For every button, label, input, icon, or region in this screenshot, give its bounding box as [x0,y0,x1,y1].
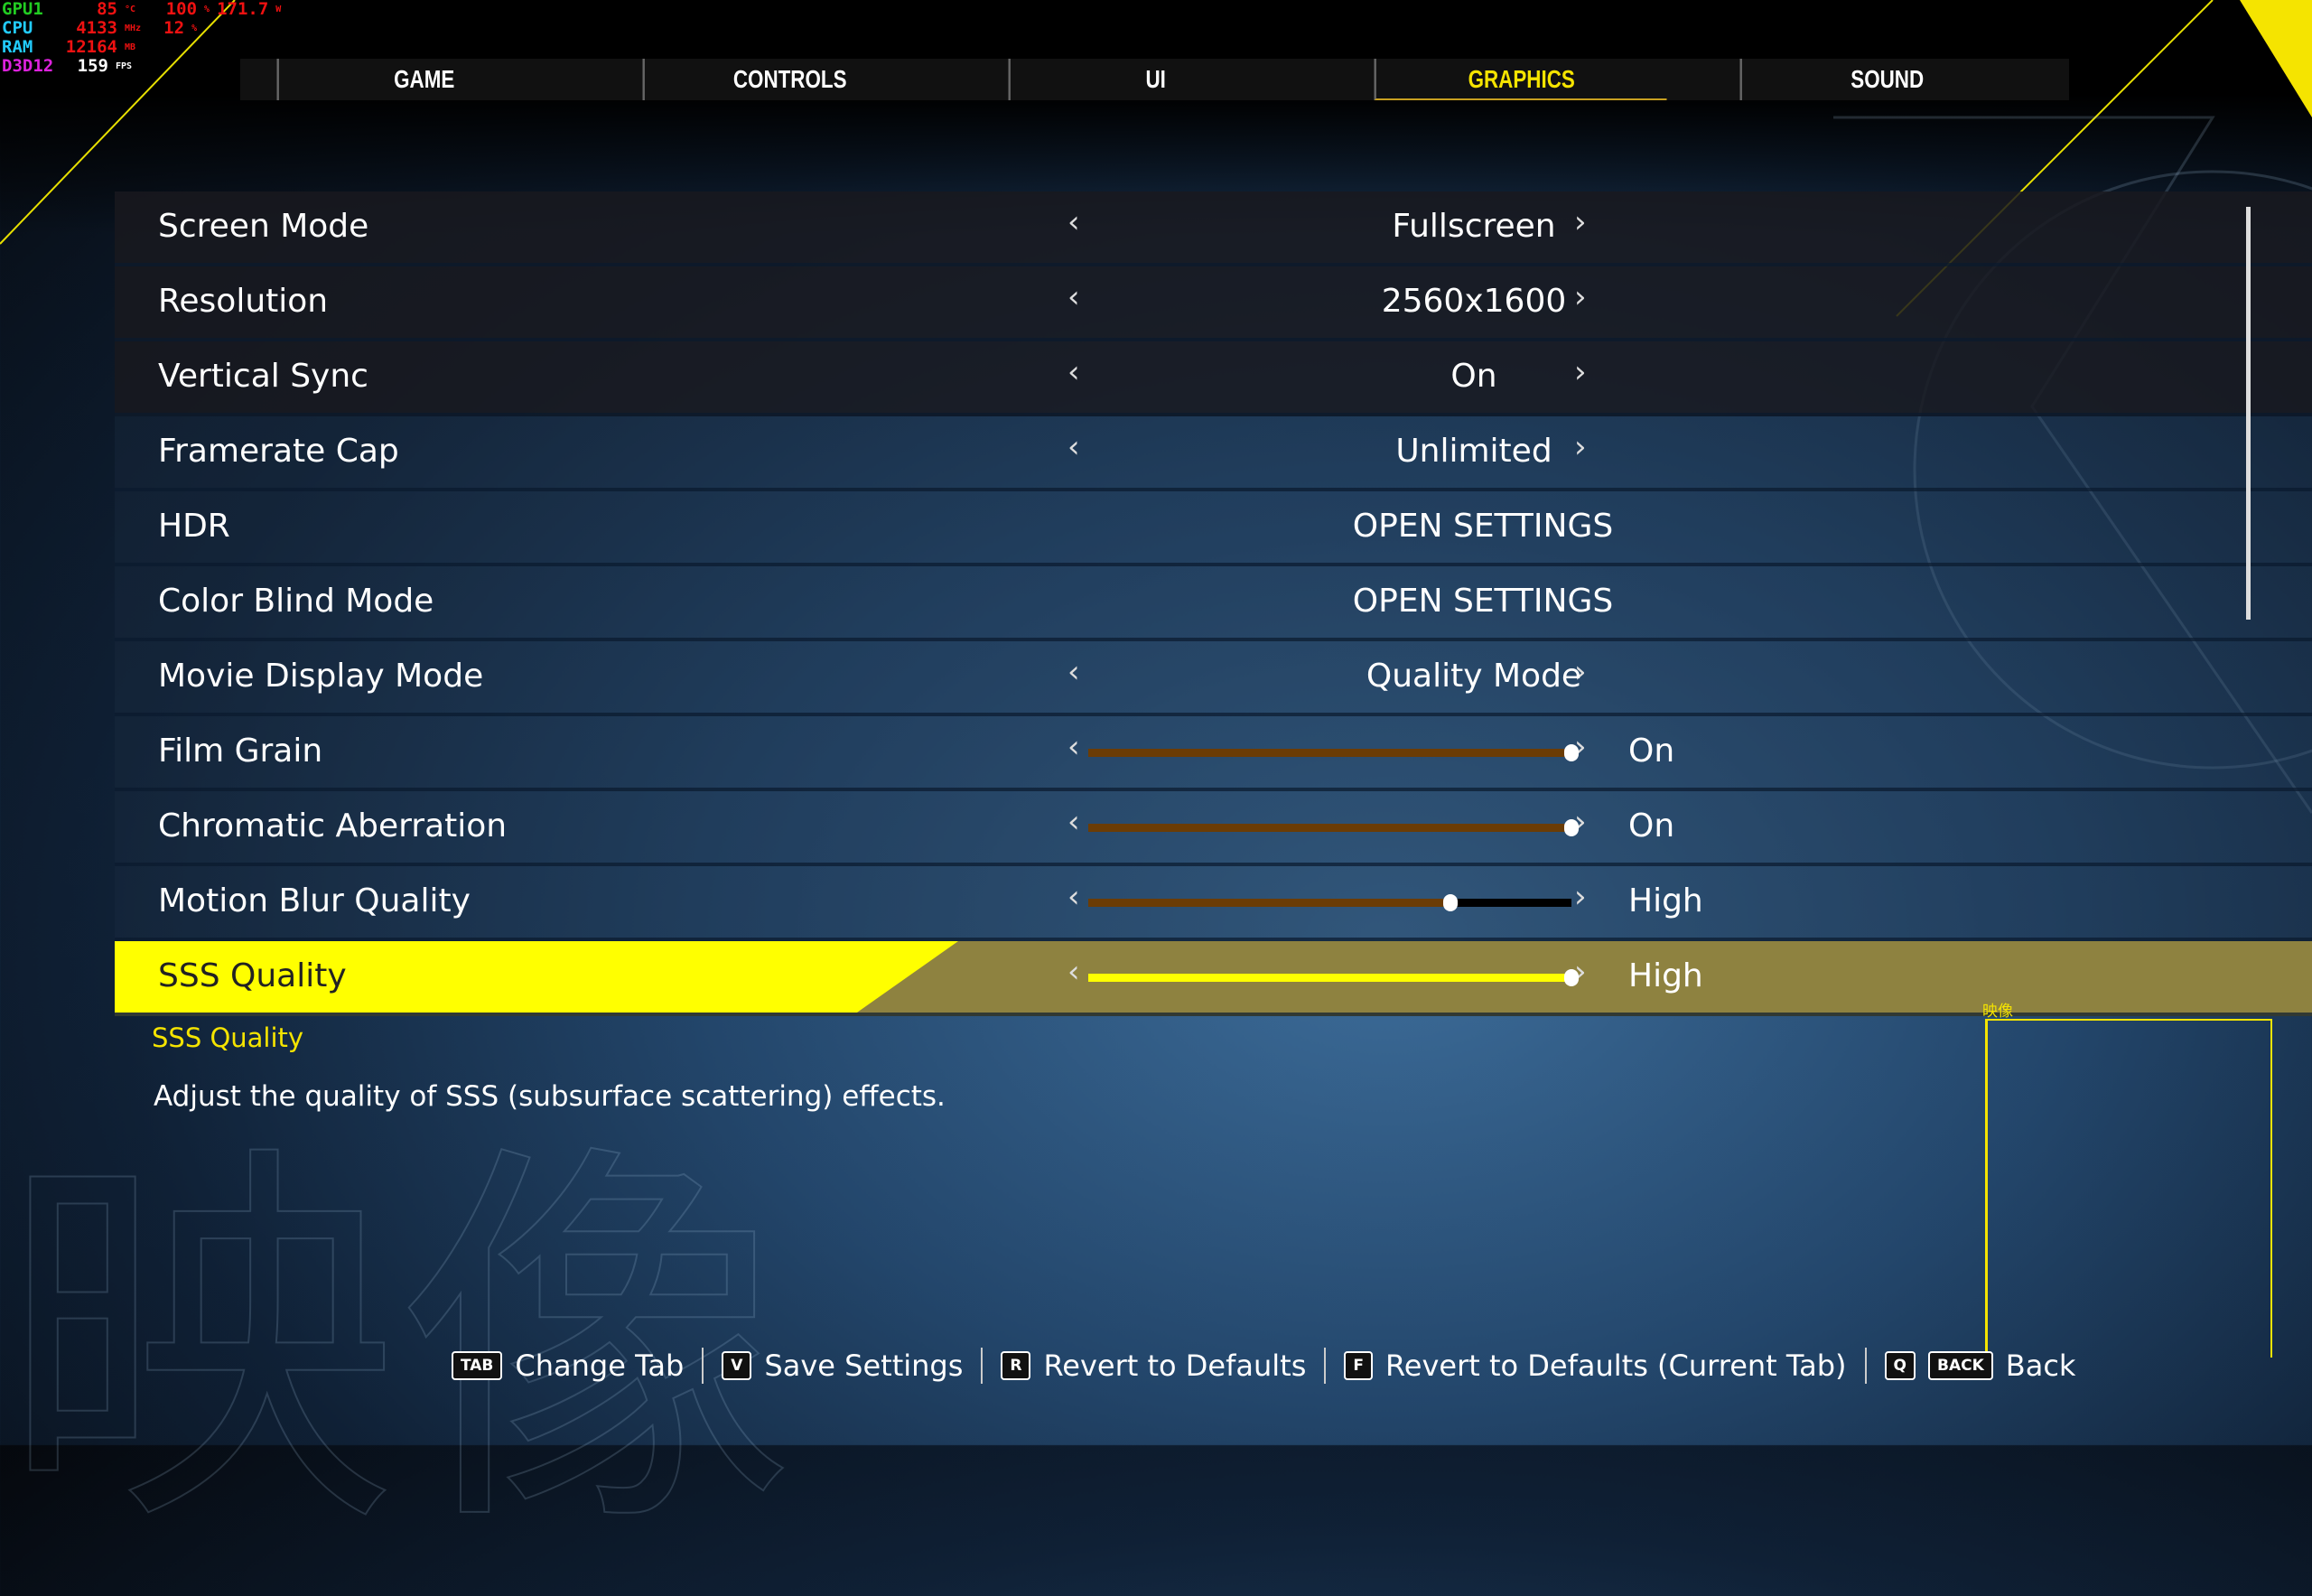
tab-graphics[interactable]: GRAPHICS [1374,59,1667,100]
key-badge: Q [1884,1351,1916,1380]
setting-label: Resolution [158,283,329,320]
setting-row[interactable]: Screen Mode ‹ › Fullscreen [115,191,2312,266]
hint-label[interactable]: Save Settings [764,1349,963,1383]
setting-value: Quality Mode [1366,658,1582,695]
key-badge: TAB [452,1351,503,1380]
key-badge: V [722,1351,752,1380]
setting-row[interactable]: Film Grain ‹ › On [115,716,2312,791]
hint-label[interactable]: Change Tab [515,1349,684,1383]
setting-label: Motion Blur Quality [158,882,471,919]
setting-row[interactable]: Color Blind Mode OPEN SETTINGS [115,566,2312,641]
setting-value: High [1628,957,1703,994]
setting-row[interactable]: Motion Blur Quality ‹ › High [115,866,2312,941]
setting-value: Unlimited [1395,433,1552,470]
setting-row[interactable]: Movie Display Mode ‹ › Quality Mode [115,641,2312,716]
tab-bar: GAME CONTROLS UI GRAPHICS SOUND [240,59,2069,100]
slider-knob[interactable] [1564,969,1579,986]
setting-label: HDR [158,508,230,545]
tab-ui[interactable]: UI [1008,59,1301,100]
section-label: 映像 [1982,1003,2013,1021]
setting-row[interactable]: Resolution ‹ › 2560x1600 [115,266,2312,341]
slider-fill [1088,899,1451,907]
setting-label: Framerate Cap [158,433,399,470]
arrow-left-icon[interactable]: ‹ [1067,729,1080,765]
setting-value: On [1628,807,1675,845]
open-settings-button[interactable]: OPEN SETTINGS [1171,508,1795,545]
hint-label[interactable]: Revert to Defaults [1043,1349,1306,1383]
setting-value: Fullscreen [1392,208,1556,245]
slider[interactable] [1088,894,1571,911]
divider [981,1348,984,1384]
setting-label: Chromatic Aberration [158,807,508,845]
arrow-left-icon[interactable]: ‹ [1067,279,1080,315]
key-badge: F [1344,1351,1373,1380]
setting-label: SSS Quality [158,957,347,994]
setting-label: Color Blind Mode [158,583,434,620]
key-badge: BACK [1927,1351,1993,1380]
divider [1324,1348,1327,1384]
arrow-left-icon[interactable]: ‹ [1067,204,1080,240]
preview-frame [1985,1019,2272,1358]
hint-label[interactable]: Back [2006,1349,2076,1383]
slider-fill [1088,824,1571,832]
setting-value: High [1628,882,1703,919]
arrow-left-icon[interactable]: ‹ [1067,654,1080,690]
slider[interactable] [1088,744,1579,761]
setting-label: Movie Display Mode [158,658,484,695]
arrow-left-icon[interactable]: ‹ [1067,954,1080,990]
tab-controls[interactable]: CONTROLS [642,59,936,100]
divider [1864,1348,1867,1384]
button-hints: TAB Change Tab V Save Settings R Revert to De… [452,1348,2075,1384]
divider [702,1348,704,1384]
arrow-right-icon[interactable]: › [1574,879,1587,915]
tab-sound[interactable]: SOUND [1739,59,2033,100]
open-settings-button[interactable]: OPEN SETTINGS [1171,583,1795,620]
setting-value: 2560x1600 [1381,283,1567,320]
arrow-left-icon[interactable]: ‹ [1067,429,1080,465]
setting-row[interactable]: Vertical Sync ‹ › On [115,341,2312,416]
slider-fill [1088,749,1571,757]
setting-row[interactable]: HDR OPEN SETTINGS [115,491,2312,566]
description-title: SSS Quality [152,1022,304,1053]
setting-label: Vertical Sync [158,358,368,395]
tab-game[interactable]: GAME [276,59,570,100]
key-badge: R [1001,1351,1031,1380]
performance-overlay: GPU1 85 °C 100% 171.7 W CPU 4133 MHz 12% RAM 1216… [2,0,282,76]
setting-row[interactable]: Framerate Cap ‹ › Unlimited [115,416,2312,491]
setting-row[interactable]: Chromatic Aberration ‹ › On [115,791,2312,866]
slider[interactable] [1088,969,1579,986]
arrow-left-icon[interactable]: ‹ [1067,804,1080,840]
slider-fill [1088,974,1571,982]
arrow-left-icon[interactable]: ‹ [1067,879,1080,915]
slider-knob[interactable] [1443,894,1459,911]
setting-label: Film Grain [158,733,323,770]
description-text: Adjust the quality of SSS (subsurface sc… [154,1080,946,1113]
setting-label: Screen Mode [158,208,369,245]
arrow-left-icon[interactable]: ‹ [1067,354,1080,390]
slider-knob[interactable] [1564,819,1579,836]
hint-label[interactable]: Revert to Defaults (Current Tab) [1385,1349,1847,1383]
slider-knob[interactable] [1564,744,1579,761]
setting-value: On [1450,358,1497,395]
settings-list: Screen Mode ‹ › Fullscreen Resolution ‹ › 2560x… [115,191,2312,1016]
scrollbar[interactable] [2246,207,2251,620]
setting-value: On [1628,733,1675,770]
slider[interactable] [1088,819,1579,836]
